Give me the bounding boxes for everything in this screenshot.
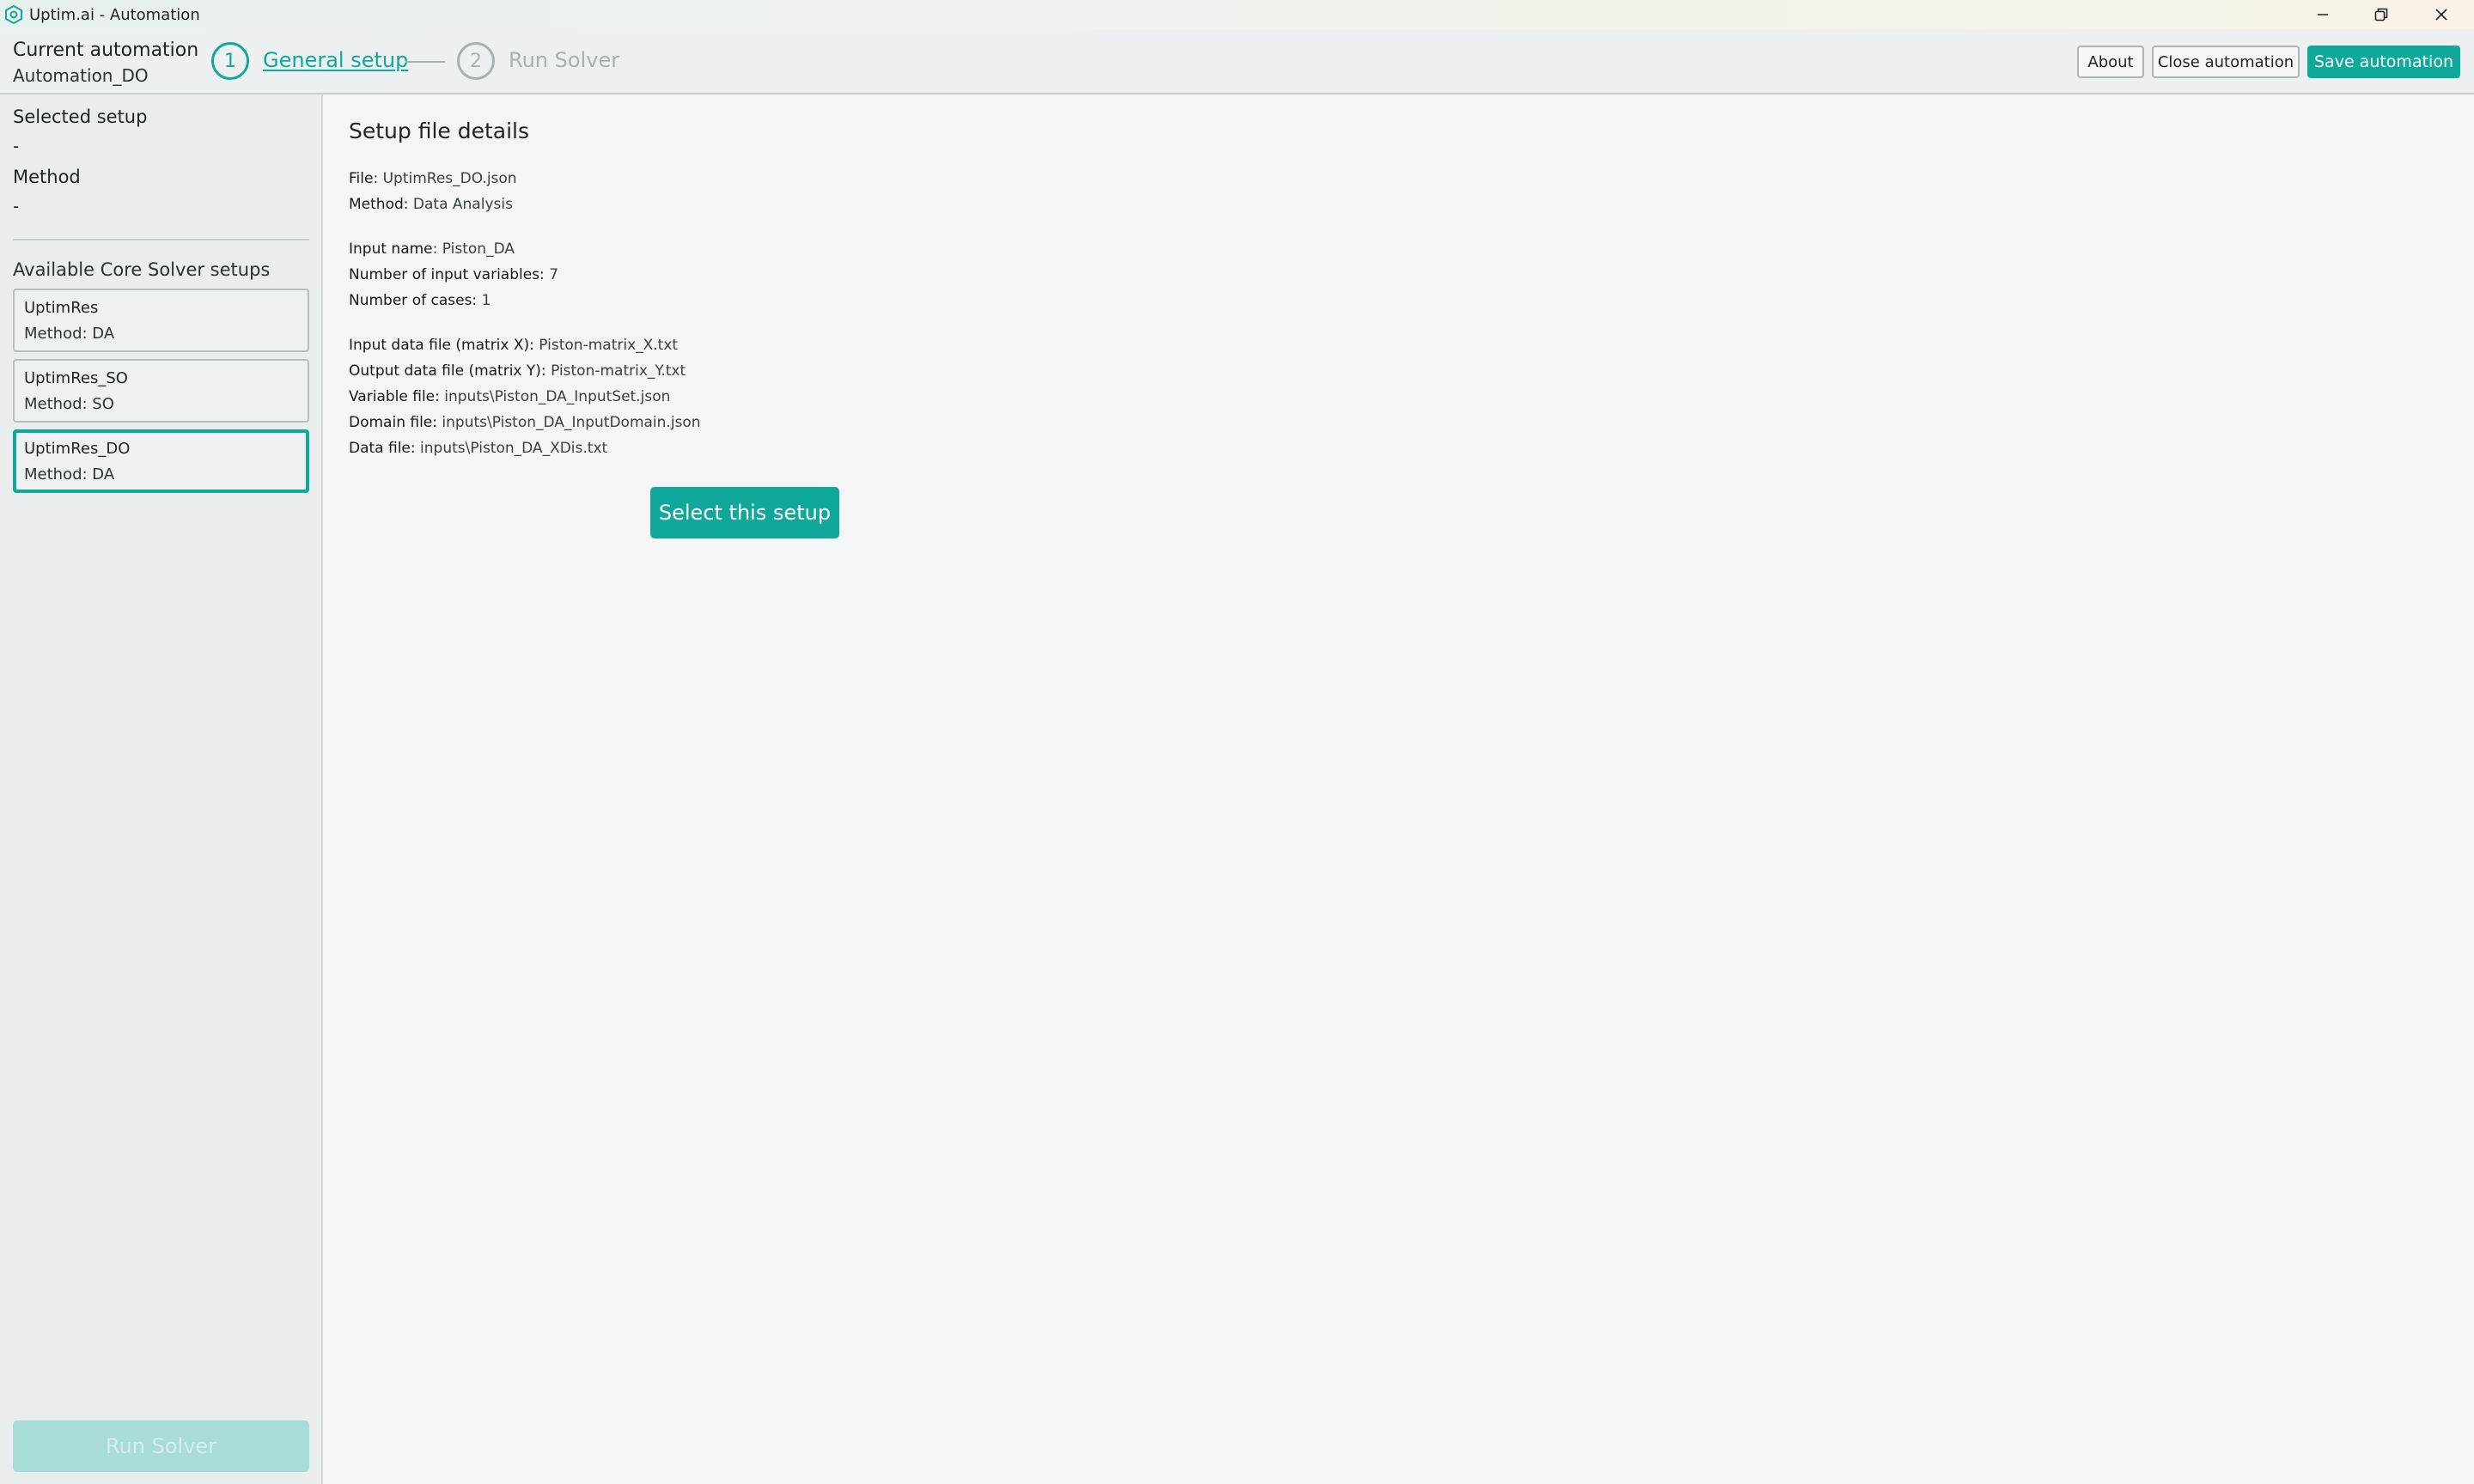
detail-input-name: Input name: Piston_DA (349, 240, 515, 258)
setup-method: Method: DA (24, 325, 115, 343)
minimize-icon[interactable] (2297, 2, 2349, 27)
restore-icon[interactable] (2355, 2, 2407, 27)
detail-output-data-file: Output data file (matrix Y): Piston-matr… (349, 362, 686, 380)
detail-input-data-file: Input data file (matrix X): Piston-matri… (349, 337, 679, 354)
selected-setup-value: - (13, 136, 20, 156)
window-title: Uptim.ai - Automation (29, 6, 200, 24)
close-automation-button[interactable]: Close automation (2152, 46, 2300, 78)
step-2-number: 2 (457, 42, 495, 80)
title-bar: Uptim.ai - Automation (0, 0, 2474, 29)
select-setup-button[interactable]: Select this setup (650, 487, 839, 538)
setup-name: UptimRes_SO (24, 369, 128, 387)
setup-card-uptimres-do[interactable]: UptimRes_DO Method: DA (13, 429, 309, 493)
save-automation-button[interactable]: Save automation (2307, 46, 2460, 78)
about-button[interactable]: About (2077, 46, 2144, 78)
setup-name: UptimRes_DO (24, 440, 131, 458)
run-solver-button[interactable]: Run Solver (13, 1420, 309, 1472)
step-general-setup[interactable]: General setup (263, 48, 408, 72)
available-setups-label: Available Core Solver setups (13, 259, 271, 280)
detail-data-file: Data file: inputs\Piston_DA_XDis.txt (349, 440, 608, 457)
sidebar: Selected setup - Method - Available Core… (0, 94, 323, 1484)
setup-card-uptimres-so[interactable]: UptimRes_SO Method: SO (13, 359, 309, 423)
detail-file: File: UptimRes_DO.json (349, 170, 517, 187)
step-connector (405, 61, 445, 63)
method-label: Method (13, 167, 81, 187)
method-value: - (13, 196, 20, 216)
setup-details-panel: Setup file details File: UptimRes_DO.jso… (325, 94, 2474, 1484)
current-automation-label: Current automation (13, 40, 199, 61)
setup-method: Method: DA (24, 465, 115, 484)
sidebar-divider (13, 239, 309, 240)
setup-method: Method: SO (24, 395, 114, 413)
app-logo-icon (3, 4, 24, 25)
close-icon[interactable] (2416, 2, 2467, 27)
detail-variable-file: Variable file: inputs\Piston_DA_InputSet… (349, 388, 671, 405)
detail-domain-file: Domain file: inputs\Piston_DA_InputDomai… (349, 414, 701, 431)
page-title: Setup file details (349, 119, 530, 143)
selected-setup-label: Selected setup (13, 106, 148, 127)
detail-num-input-variables: Number of input variables: 7 (349, 266, 559, 283)
detail-num-cases: Number of cases: 1 (349, 292, 491, 309)
current-automation-name: Automation_DO (13, 65, 149, 86)
setup-name: UptimRes (24, 299, 99, 317)
detail-method: Method: Data Analysis (349, 196, 513, 213)
app-header: Current automation Automation_DO 1 Gener… (0, 29, 2474, 94)
step-run-solver: Run Solver (509, 48, 620, 72)
step-1-number[interactable]: 1 (211, 42, 249, 80)
setup-card-uptimres[interactable]: UptimRes Method: DA (13, 289, 309, 352)
